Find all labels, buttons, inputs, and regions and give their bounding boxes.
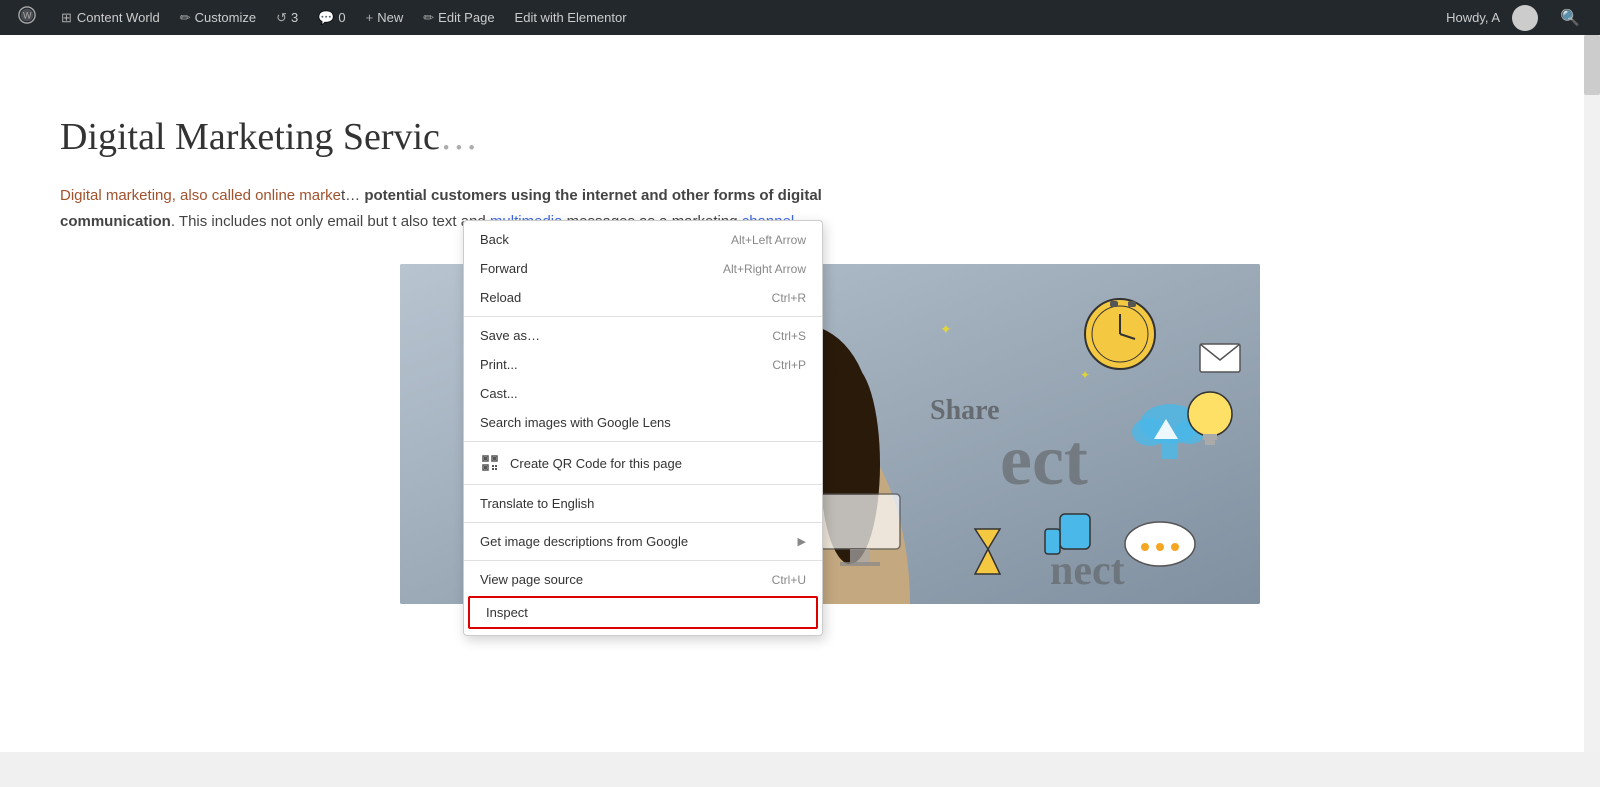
page-content: Digital Marketing Servic… Digital market… (0, 35, 1600, 752)
comments-icon: 💬 (318, 10, 334, 26)
context-menu-inspect[interactable]: Inspect (468, 596, 818, 629)
forward-shortcut: Alt+Right Arrow (723, 262, 806, 276)
updates-count: 3 (291, 10, 298, 25)
adminbar-site-name[interactable]: ⊞ Content World (51, 0, 170, 35)
scrollbar-thumb[interactable] (1584, 35, 1600, 95)
new-icon: + (366, 10, 374, 25)
svg-text:W: W (23, 11, 32, 21)
reload-shortcut: Ctrl+R (772, 291, 806, 305)
context-menu-save-as[interactable]: Save as… Ctrl+S (464, 321, 822, 350)
edit-page-icon: ✏ (423, 10, 434, 26)
page-title: Digital Marketing Servic… (60, 115, 1540, 159)
separator-5 (464, 560, 822, 561)
adminbar-customize[interactable]: ✏ Customize (170, 0, 266, 35)
context-menu-view-source[interactable]: View page source Ctrl+U (464, 565, 822, 594)
adminbar-wp-logo[interactable]: W (8, 0, 51, 35)
svg-text:nect: nect (1050, 548, 1125, 594)
new-label: New (377, 10, 403, 25)
context-menu-print[interactable]: Print... Ctrl+P (464, 350, 822, 379)
save-as-shortcut: Ctrl+S (772, 329, 806, 343)
customize-icon: ✏ (180, 10, 191, 26)
back-shortcut: Alt+Left Arrow (731, 233, 806, 247)
svg-text:ect: ect (1000, 420, 1088, 500)
adminbar-right: Howdy, A 🔍 (1446, 5, 1592, 31)
adminbar-updates[interactable]: ↺ 3 (266, 0, 308, 35)
context-menu-search-images[interactable]: Search images with Google Lens (464, 408, 822, 437)
context-menu: Back Alt+Left Arrow Forward Alt+Right Ar… (463, 220, 823, 636)
context-menu-back[interactable]: Back Alt+Left Arrow (464, 225, 822, 254)
scrollbar[interactable] (1584, 35, 1600, 752)
customize-label: Customize (195, 10, 256, 25)
svg-text:Share: Share (930, 395, 1000, 426)
context-menu-cast[interactable]: Cast... (464, 379, 822, 408)
user-avatar[interactable] (1512, 5, 1538, 31)
print-shortcut: Ctrl+P (772, 358, 806, 372)
submenu-arrow-icon: ▶ (798, 535, 806, 548)
back-label: Back (480, 232, 509, 247)
context-menu-translate[interactable]: Translate to English (464, 489, 822, 518)
search-images-label: Search images with Google Lens (480, 415, 671, 430)
context-menu-reload[interactable]: Reload Ctrl+R (464, 283, 822, 312)
site-name-label: Content World (77, 10, 160, 25)
create-qr-label: Create QR Code for this page (510, 456, 682, 471)
adminbar-edit-page[interactable]: ✏ Edit Page (413, 0, 504, 35)
edit-elementor-label: Edit with Elementor (515, 10, 627, 25)
site-icon: ⊞ (61, 10, 72, 26)
separator-4 (464, 522, 822, 523)
search-icon[interactable]: 🔍 (1548, 8, 1592, 28)
svg-text:✦: ✦ (1080, 368, 1090, 382)
separator-2 (464, 441, 822, 442)
view-source-shortcut: Ctrl+U (772, 573, 806, 587)
updates-icon: ↺ (276, 10, 287, 26)
wp-logo-icon: W (18, 6, 36, 29)
separator-3 (464, 484, 822, 485)
cast-label: Cast... (480, 386, 518, 401)
forward-label: Forward (480, 261, 528, 276)
adminbar-edit-elementor[interactable]: Edit with Elementor (505, 0, 637, 35)
svg-text:✦: ✦ (940, 321, 952, 337)
adminbar-comments[interactable]: 💬 0 (308, 0, 355, 35)
howdy-label: Howdy, A (1446, 10, 1500, 25)
adminbar-new[interactable]: + New (356, 0, 414, 35)
admin-bar: W ⊞ Content World ✏ Customize ↺ 3 💬 0 + … (0, 0, 1600, 35)
print-label: Print... (480, 357, 518, 372)
context-menu-forward[interactable]: Forward Alt+Right Arrow (464, 254, 822, 283)
translate-label: Translate to English (480, 496, 594, 511)
context-menu-image-descriptions[interactable]: Get image descriptions from Google ▶ (464, 527, 822, 556)
reload-label: Reload (480, 290, 521, 305)
separator-1 (464, 316, 822, 317)
qr-code-icon (480, 453, 500, 473)
image-descriptions-label: Get image descriptions from Google (480, 534, 688, 549)
description-highlight: Digital marketing, also called online ma… (60, 187, 341, 204)
context-menu-create-qr[interactable]: Create QR Code for this page (464, 446, 822, 480)
comments-count: 0 (338, 10, 345, 25)
save-as-label: Save as… (480, 328, 540, 343)
view-source-label: View page source (480, 572, 583, 587)
inspect-label: Inspect (486, 605, 528, 620)
edit-page-label: Edit Page (438, 10, 494, 25)
